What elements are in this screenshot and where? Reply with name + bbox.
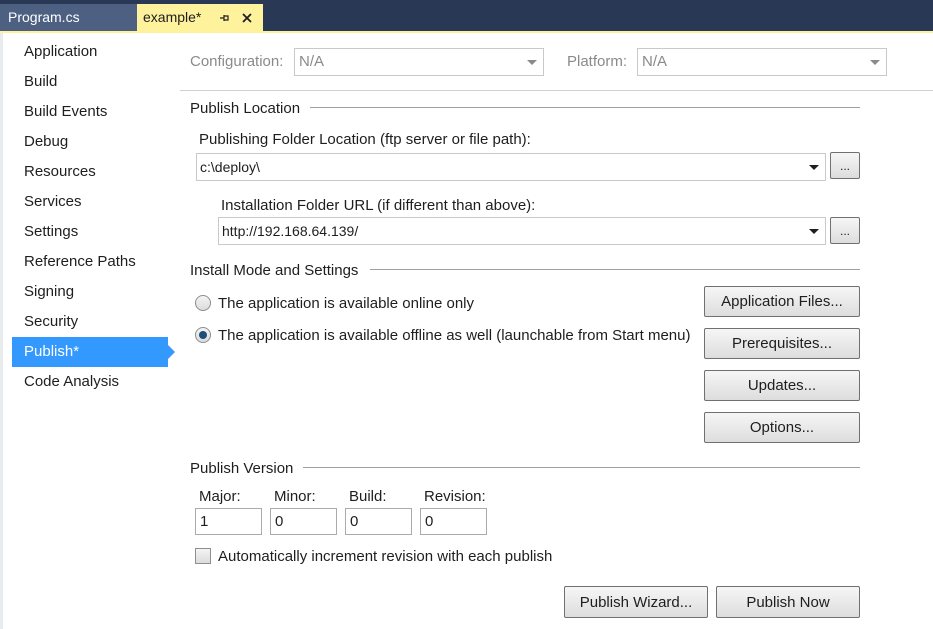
online-only-radio[interactable] xyxy=(195,295,211,311)
nav-item-reference-paths[interactable]: Reference Paths xyxy=(12,247,168,277)
publish-now-button[interactable]: Publish Now xyxy=(716,586,860,618)
property-pages-nav: Application Build Build Events Debug Res… xyxy=(0,33,180,629)
offline-label: The application is available offline as … xyxy=(218,327,691,344)
pin-icon[interactable] xyxy=(217,4,231,31)
publish-location-divider xyxy=(310,107,860,108)
tab-program-label: Program.cs xyxy=(8,9,80,25)
publish-wizard-button[interactable]: Publish Wizard... xyxy=(564,586,708,618)
minor-label: Minor: xyxy=(274,488,316,505)
nav-item-label: Services xyxy=(24,193,82,210)
nav-item-label: Security xyxy=(24,313,79,330)
chevron-down-icon xyxy=(809,165,819,170)
publish-page: Configuration: N/A Platform: N/A Publish… xyxy=(180,33,933,629)
configuration-select[interactable]: N/A xyxy=(294,48,544,76)
nav-item-code-analysis[interactable]: Code Analysis xyxy=(12,367,168,397)
build-input[interactable]: 0 xyxy=(345,508,412,535)
publish-version-title: Publish Version xyxy=(190,460,294,477)
tab-example[interactable]: example* xyxy=(137,4,263,31)
updates-button[interactable]: Updates... xyxy=(704,370,860,401)
publish-location-title: Publish Location xyxy=(190,100,301,117)
nav-item-build-events[interactable]: Build Events xyxy=(12,97,168,127)
major-label: Major: xyxy=(199,488,241,505)
nav-item-signing[interactable]: Signing xyxy=(12,277,168,307)
installation-folder-label: Installation Folder URL (if different th… xyxy=(221,197,536,214)
close-icon[interactable] xyxy=(239,4,255,31)
document-tab-strip: Program.cs example* xyxy=(0,0,933,31)
nav-item-build[interactable]: Build xyxy=(12,67,168,97)
nav-item-security[interactable]: Security xyxy=(12,307,168,337)
publish-version-divider xyxy=(303,467,860,468)
nav-item-label: Build xyxy=(24,73,58,90)
tab-example-label: example* xyxy=(143,9,202,25)
install-mode-divider xyxy=(370,269,860,270)
configuration-label: Configuration: xyxy=(190,53,284,70)
nav-item-debug[interactable]: Debug xyxy=(12,127,168,157)
nav-item-label: Signing xyxy=(24,283,75,300)
revision-input[interactable]: 0 xyxy=(420,508,487,535)
revision-label: Revision: xyxy=(424,488,486,505)
publishing-folder-value: c:\deploy\ xyxy=(200,159,260,175)
configuration-value: N/A xyxy=(299,53,325,70)
nav-item-label: Code Analysis xyxy=(24,373,120,390)
nav-item-application[interactable]: Application xyxy=(12,37,168,67)
nav-item-label: Reference Paths xyxy=(24,253,136,270)
prerequisites-button[interactable]: Prerequisites... xyxy=(704,328,860,359)
platform-label: Platform: xyxy=(567,53,628,70)
installation-folder-value: http://192.168.64.139/ xyxy=(222,223,359,239)
application-files-button[interactable]: Application Files... xyxy=(704,286,860,317)
nav-item-label: Debug xyxy=(24,133,69,150)
chevron-down-icon xyxy=(527,60,537,65)
publishing-folder-input[interactable]: c:\deploy\ xyxy=(196,153,826,181)
nav-item-services[interactable]: Services xyxy=(12,187,168,217)
options-button[interactable]: Options... xyxy=(704,412,860,443)
major-input[interactable]: 1 xyxy=(195,508,262,535)
auto-increment-checkbox[interactable] xyxy=(195,548,211,564)
header-divider xyxy=(180,90,933,91)
nav-item-publish[interactable]: Publish* xyxy=(12,337,175,367)
nav-item-label: Settings xyxy=(24,223,79,240)
build-label: Build: xyxy=(349,488,387,505)
browse-url-button[interactable]: ... xyxy=(830,217,860,244)
nav-item-label: Resources xyxy=(24,163,96,180)
nav-item-resources[interactable]: Resources xyxy=(12,157,168,187)
nav-item-label: Publish* xyxy=(24,343,80,360)
nav-item-settings[interactable]: Settings xyxy=(12,217,168,247)
platform-value: N/A xyxy=(642,53,668,70)
browse-folder-button[interactable]: ... xyxy=(830,152,860,179)
nav-item-label: Application xyxy=(24,43,98,60)
tab-program-cs[interactable]: Program.cs xyxy=(0,4,137,31)
minor-input[interactable]: 0 xyxy=(270,508,337,535)
auto-increment-label: Automatically increment revision with ea… xyxy=(218,548,553,565)
nav-item-label: Build Events xyxy=(24,103,108,120)
installation-folder-input[interactable]: http://192.168.64.139/ xyxy=(218,217,826,245)
online-only-label: The application is available online only xyxy=(218,295,474,312)
offline-radio[interactable] xyxy=(195,327,211,343)
chevron-down-icon xyxy=(870,60,880,65)
install-mode-title: Install Mode and Settings xyxy=(190,262,359,279)
publishing-folder-label: Publishing Folder Location (ftp server o… xyxy=(199,131,531,148)
chevron-down-icon xyxy=(809,229,819,234)
platform-select[interactable]: N/A xyxy=(637,48,887,76)
